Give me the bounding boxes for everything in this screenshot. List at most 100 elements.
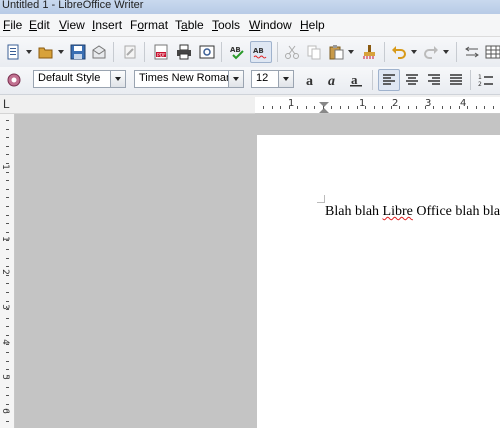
ruler-tick bbox=[6, 275, 9, 276]
italic-icon[interactable]: a bbox=[324, 70, 344, 90]
toolbar-separator bbox=[221, 42, 222, 62]
ruler-tick bbox=[6, 240, 9, 241]
copy-icon[interactable] bbox=[304, 42, 324, 62]
menu-help[interactable]: Help bbox=[300, 18, 325, 32]
document-page[interactable] bbox=[257, 135, 500, 428]
standard-toolbar: PDF AB AB bbox=[0, 37, 500, 68]
svg-text:PDF: PDF bbox=[157, 53, 166, 59]
email-document-icon[interactable] bbox=[89, 42, 109, 62]
misspelled-word[interactable]: Libre bbox=[383, 204, 413, 219]
menu-file[interactable]: File bbox=[3, 18, 22, 32]
text-run: Blah blah bbox=[325, 204, 383, 219]
ruler-tick bbox=[6, 352, 9, 353]
ruler-tick bbox=[6, 283, 9, 284]
tab-stop-selector[interactable]: L bbox=[3, 97, 10, 111]
undo-icon[interactable] bbox=[389, 42, 409, 62]
open-folder-icon[interactable] bbox=[36, 42, 56, 62]
print-preview-icon[interactable] bbox=[197, 42, 217, 62]
paragraph-style-value: Default Style bbox=[38, 72, 101, 84]
text-run: Office blah blah bbox=[412, 204, 500, 219]
ruler-tick bbox=[442, 106, 443, 109]
ruler-tick bbox=[280, 106, 281, 109]
toolbar-separator bbox=[372, 70, 373, 90]
ruler-label: 6 bbox=[0, 408, 10, 414]
svg-text:a: a bbox=[306, 74, 313, 88]
ruler-tick bbox=[6, 232, 9, 233]
ruler-tick bbox=[493, 106, 494, 109]
export-pdf-icon[interactable]: PDF bbox=[151, 42, 171, 62]
undo-dropdown-icon[interactable] bbox=[410, 42, 418, 62]
bold-icon[interactable]: a bbox=[302, 70, 322, 90]
ruler-tick bbox=[314, 106, 315, 109]
print-icon[interactable] bbox=[174, 42, 194, 62]
redo-icon[interactable] bbox=[421, 42, 441, 62]
autospellcheck-icon[interactable]: AB bbox=[250, 41, 272, 63]
font-size-select[interactable]: 12 bbox=[251, 70, 294, 88]
cut-icon[interactable] bbox=[282, 42, 302, 62]
underline-icon[interactable]: a bbox=[346, 70, 366, 90]
paste-dropdown-icon[interactable] bbox=[347, 42, 355, 62]
ruler-tick bbox=[6, 215, 9, 216]
paragraph-style-select[interactable]: Default Style bbox=[33, 70, 126, 88]
title-bar: Untitled 1 - LibreOffice Writer bbox=[0, 0, 500, 14]
ruler-tick bbox=[6, 163, 9, 164]
font-name-select[interactable]: Times New Roman bbox=[134, 70, 244, 88]
window-title: Untitled 1 - LibreOffice Writer bbox=[2, 0, 144, 11]
vertical-ruler: 1123456 bbox=[0, 114, 15, 428]
ruler-tick bbox=[6, 395, 9, 396]
menu-view[interactable]: View bbox=[59, 18, 85, 32]
insert-table-icon[interactable] bbox=[483, 42, 500, 62]
menu-insert[interactable]: Insert bbox=[92, 18, 122, 32]
indent-marker-icon[interactable] bbox=[319, 102, 329, 114]
styles-and-formatting-icon[interactable] bbox=[4, 70, 24, 90]
menu-table[interactable]: Table bbox=[175, 18, 204, 32]
menu-tools[interactable]: Tools bbox=[212, 18, 240, 32]
ruler-label: 1 bbox=[0, 164, 10, 170]
chevron-down-icon[interactable] bbox=[228, 71, 243, 87]
new-dropdown-icon[interactable] bbox=[25, 42, 33, 62]
menu-mnemonic: V bbox=[59, 18, 67, 32]
chevron-down-icon[interactable] bbox=[110, 71, 125, 87]
edit-file-icon[interactable] bbox=[120, 42, 140, 62]
menu-edit[interactable]: Edit bbox=[29, 18, 50, 32]
numbering-icon[interactable]: 12 bbox=[476, 70, 496, 90]
menu-bar: File Edit View Insert Format Table Tools Window… bbox=[0, 14, 500, 37]
ruler-tick bbox=[484, 106, 485, 109]
ruler-tick bbox=[6, 361, 9, 362]
menu-mnemonic: a bbox=[181, 18, 188, 32]
ruler-tick bbox=[6, 180, 9, 181]
ruler-label: 2 bbox=[392, 98, 399, 109]
toolbar-separator bbox=[470, 70, 471, 90]
spelling-icon[interactable]: AB bbox=[228, 42, 248, 62]
ruler-tick bbox=[6, 369, 9, 370]
ruler-tick bbox=[297, 106, 298, 109]
ruler-tick bbox=[331, 106, 332, 109]
ruler-tick bbox=[6, 137, 9, 138]
align-center-icon[interactable] bbox=[402, 70, 422, 90]
menu-window[interactable]: Window bbox=[249, 18, 292, 32]
align-left-icon[interactable] bbox=[378, 69, 400, 91]
find-replace-icon[interactable] bbox=[462, 42, 482, 62]
open-dropdown-icon[interactable] bbox=[57, 42, 65, 62]
ruler-tick bbox=[6, 335, 9, 336]
new-document-icon[interactable] bbox=[4, 42, 24, 62]
horizontal-ruler[interactable]: 11234 bbox=[255, 97, 500, 114]
ruler-tick bbox=[6, 421, 9, 422]
ruler-tick bbox=[416, 106, 417, 109]
menu-format[interactable]: Format bbox=[130, 18, 168, 32]
ruler-tick bbox=[6, 249, 9, 250]
toolbar-separator bbox=[456, 42, 457, 62]
ruler-label: 4 bbox=[460, 98, 467, 109]
svg-text:1: 1 bbox=[478, 74, 482, 81]
align-right-icon[interactable] bbox=[424, 70, 444, 90]
paste-icon[interactable] bbox=[326, 42, 346, 62]
chevron-down-icon[interactable] bbox=[278, 71, 293, 87]
save-icon[interactable] bbox=[68, 42, 88, 62]
document-body-text[interactable]: Blah blah Libre Office blah blah bbox=[325, 204, 500, 220]
ruler-tick bbox=[6, 258, 9, 259]
ruler-tick bbox=[6, 292, 9, 293]
ruler-tick bbox=[323, 106, 324, 109]
redo-dropdown-icon[interactable] bbox=[442, 42, 450, 62]
clone-formatting-icon[interactable] bbox=[359, 42, 379, 62]
justify-icon[interactable] bbox=[446, 70, 466, 90]
